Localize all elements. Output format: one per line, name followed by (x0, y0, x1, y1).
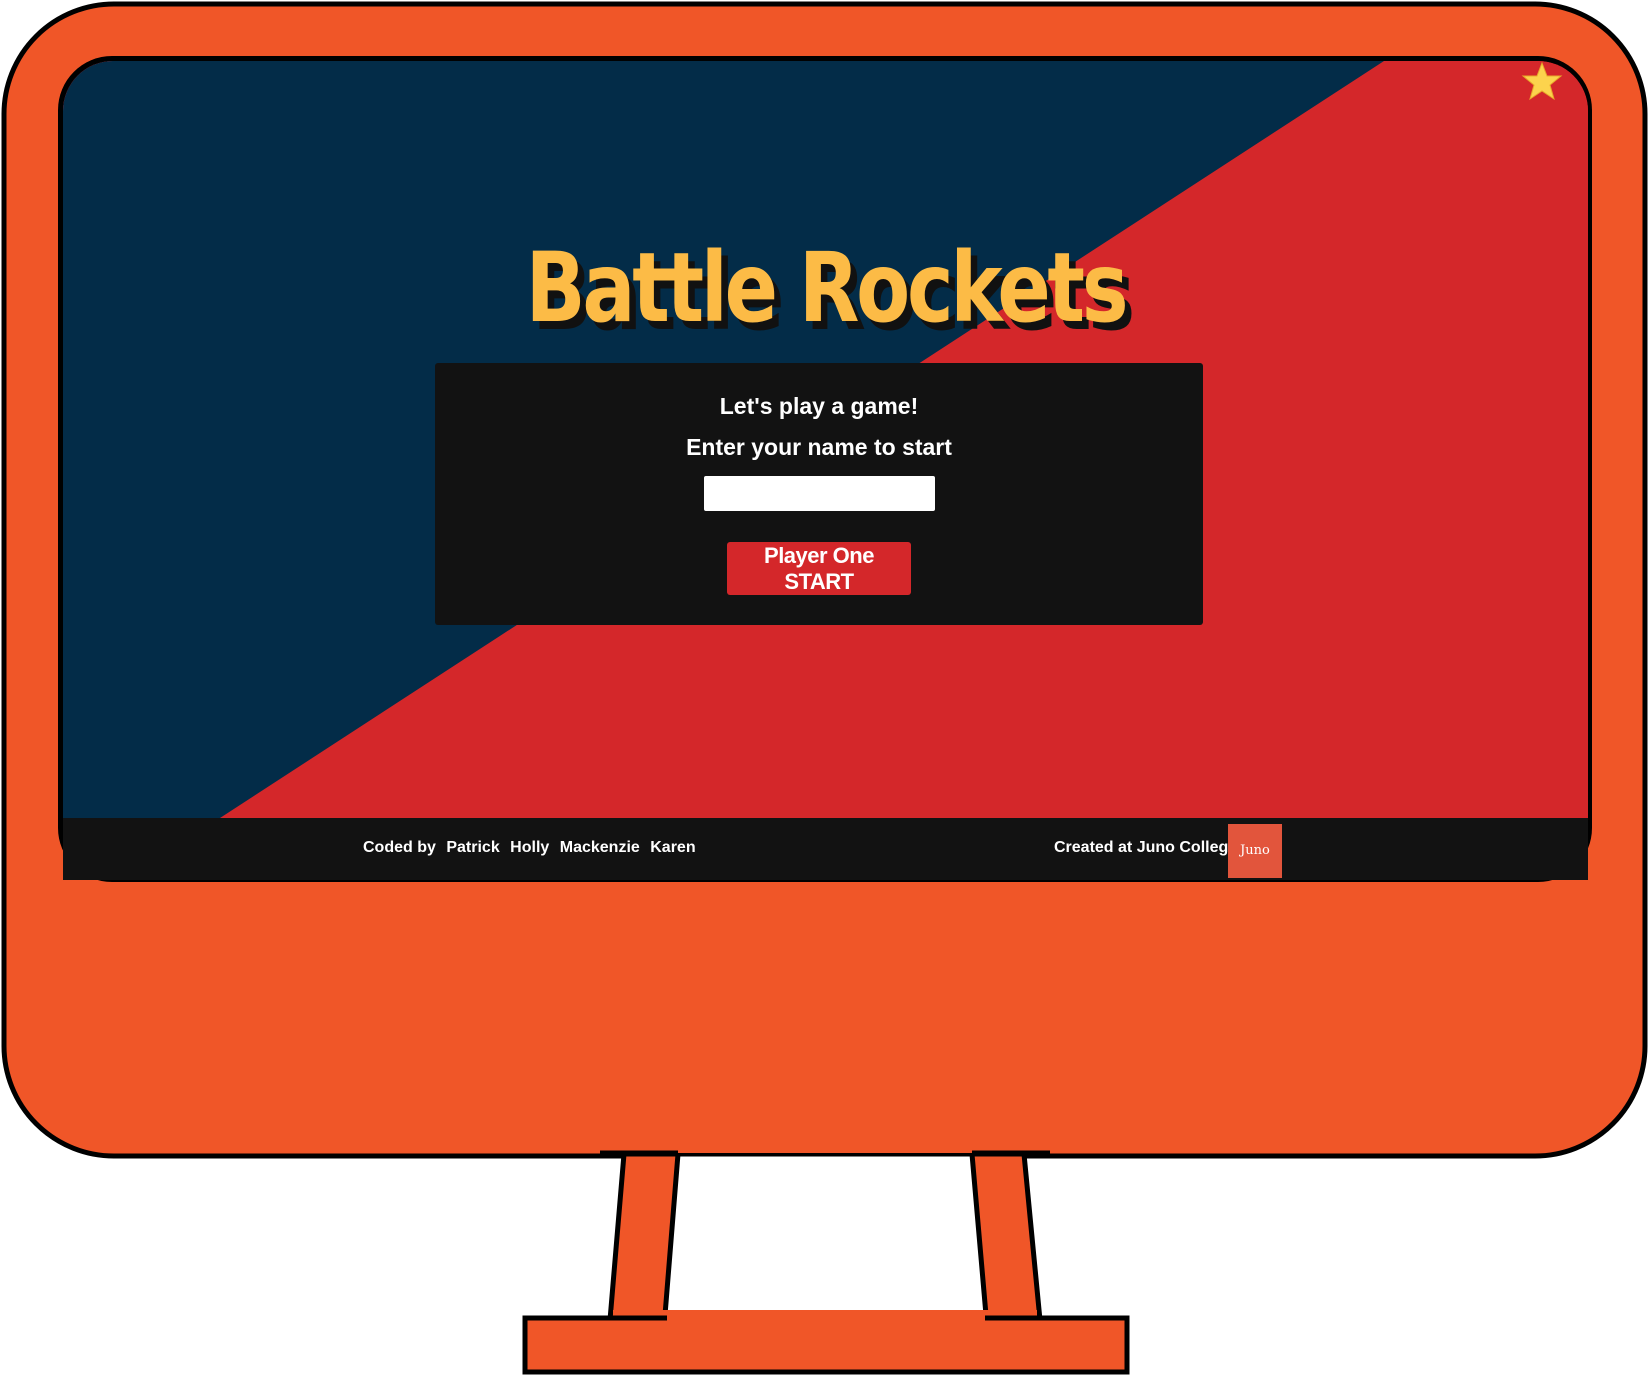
greeting-text: Let's play a game! (719, 393, 919, 419)
author-link[interactable]: Patrick (446, 839, 499, 856)
created-at-text: Created at Juno College (1054, 839, 1238, 856)
star-icon (1521, 61, 1563, 101)
start-panel: Let's play a game! Enter your name to st… (435, 363, 1203, 625)
monitor-stand-hole (662, 1151, 989, 1318)
juno-college-logo-link[interactable]: Juno (1228, 824, 1282, 878)
footer: Coded by Patrick Holly Mackenzie Karen C… (63, 818, 1588, 880)
game-title: Battle Rockets (525, 232, 1129, 344)
credits: Coded by Patrick Holly Mackenzie Karen (363, 839, 702, 857)
monitor-stand-base (522, 1315, 1130, 1375)
name-prompt: Enter your name to start (686, 434, 952, 460)
author-link[interactable]: Holly (510, 839, 549, 856)
player-name-input[interactable] (703, 476, 935, 511)
author-link[interactable]: Karen (650, 839, 695, 856)
author-link[interactable]: Mackenzie (560, 839, 640, 856)
coded-by-label: Coded by (363, 839, 436, 856)
player-one-start-button[interactable]: Player One START (727, 542, 911, 595)
monitor-screen: Battle Rockets Let's play a game! Enter … (63, 61, 1588, 880)
